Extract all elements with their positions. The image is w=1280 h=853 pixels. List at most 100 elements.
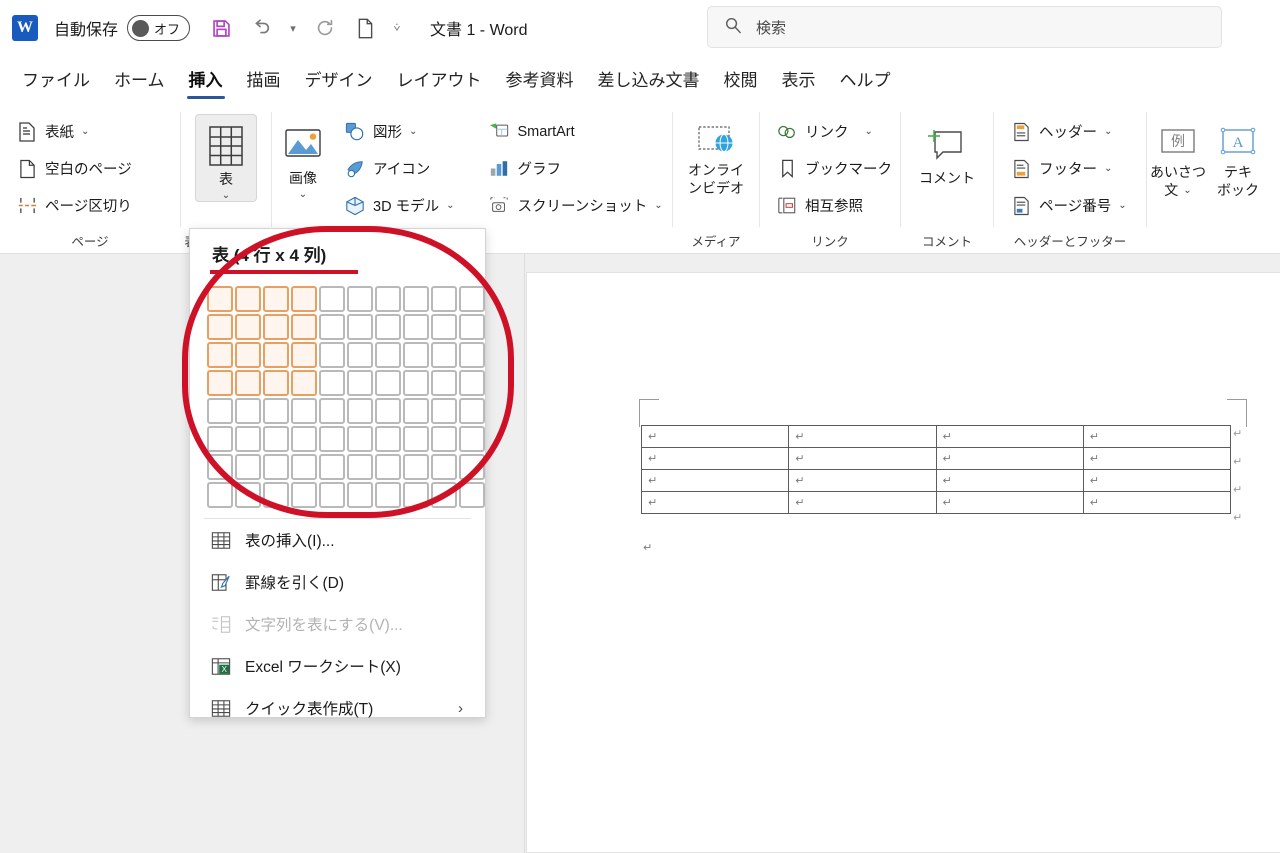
new-comment-button[interactable]: コメント <box>905 114 989 188</box>
tab-review[interactable]: 校閲 <box>712 62 770 99</box>
grid-cell[interactable] <box>235 454 261 480</box>
inserted-table[interactable]: ↵ ↵ ↵ ↵ ↵ ↵ ↵ ↵ ↵ ↵ ↵ ↵ ↵ ↵ ↵ ↵ <box>640 425 1232 514</box>
cover-page-button[interactable]: 表紙 ⌄ <box>10 116 138 147</box>
grid-cell-selected[interactable] <box>291 314 317 340</box>
grid-cell[interactable] <box>347 370 373 396</box>
page-break-button[interactable]: ページ区切り <box>10 190 138 221</box>
grid-cell[interactable] <box>459 426 485 452</box>
undo-chevron-down-icon[interactable]: ▾ <box>284 11 302 45</box>
link-button[interactable]: リンク ⌄ <box>770 116 898 147</box>
grid-cell[interactable] <box>347 454 373 480</box>
menu-item-quick-tables[interactable]: クイック表作成(T) › <box>190 687 485 729</box>
grid-cell-selected[interactable] <box>207 370 233 396</box>
tab-design[interactable]: デザイン <box>293 62 385 99</box>
grid-cell[interactable] <box>291 398 317 424</box>
menu-item-excel-spreadsheet[interactable]: X Excel ワークシート(X) <box>190 645 485 687</box>
tab-mailings[interactable]: 差し込み文書 <box>586 62 712 99</box>
table-cell[interactable]: ↵ <box>935 491 1084 514</box>
table-cell[interactable]: ↵ <box>788 491 937 514</box>
grid-cell-selected[interactable] <box>235 342 261 368</box>
cross-reference-button[interactable]: 相互参照 <box>770 190 898 221</box>
table-row[interactable]: ↵ ↵ ↵ ↵ <box>640 447 1232 470</box>
autosave-toggle[interactable]: オフ <box>127 15 191 41</box>
grid-cell[interactable] <box>403 370 429 396</box>
bookmark-button[interactable]: ブックマーク <box>770 153 898 184</box>
grid-cell[interactable] <box>431 482 457 508</box>
new-document-icon[interactable] <box>348 11 382 45</box>
table-cell[interactable]: ↵ <box>788 425 937 448</box>
grid-cell[interactable] <box>207 482 233 508</box>
grid-cell-selected[interactable] <box>235 314 261 340</box>
grid-cell-selected[interactable] <box>207 314 233 340</box>
grid-cell[interactable] <box>403 286 429 312</box>
grid-cell[interactable] <box>375 398 401 424</box>
tab-references[interactable]: 参考資料 <box>494 62 586 99</box>
table-cell[interactable]: ↵ <box>640 469 790 492</box>
grid-cell-selected[interactable] <box>263 286 289 312</box>
grid-cell[interactable] <box>347 426 373 452</box>
chevron-down-icon[interactable]: ⌄ <box>446 200 454 211</box>
grid-cell[interactable] <box>291 426 317 452</box>
customize-quick-access-icon[interactable]: ⩒ <box>388 11 406 45</box>
chevron-down-icon[interactable]: ⌄ <box>1118 200 1126 211</box>
greeting-text-button[interactable]: 例 あいさつ 文 ⌄ <box>1147 116 1209 199</box>
grid-cell[interactable] <box>263 454 289 480</box>
grid-cell[interactable] <box>347 398 373 424</box>
grid-cell[interactable] <box>459 314 485 340</box>
grid-cell[interactable] <box>375 370 401 396</box>
table-cell[interactable]: ↵ <box>788 447 937 470</box>
grid-cell[interactable] <box>375 426 401 452</box>
grid-cell[interactable] <box>263 426 289 452</box>
shapes-button[interactable]: 図形 ⌄ <box>338 116 460 147</box>
grid-cell[interactable] <box>375 342 401 368</box>
smartart-button[interactable]: SmartArt <box>482 116 668 147</box>
grid-cell[interactable] <box>431 314 457 340</box>
grid-cell[interactable] <box>431 398 457 424</box>
chevron-down-icon[interactable]: ⌄ <box>865 126 873 137</box>
grid-cell[interactable] <box>459 454 485 480</box>
chevron-down-icon[interactable]: ⌄ <box>654 200 662 211</box>
3d-model-button[interactable]: 3D モデル ⌄ <box>338 190 460 221</box>
grid-cell[interactable] <box>347 286 373 312</box>
grid-cell[interactable] <box>235 426 261 452</box>
grid-cell[interactable] <box>319 342 345 368</box>
grid-cell[interactable] <box>319 314 345 340</box>
menu-item-insert-table[interactable]: 表の挿入(I)... <box>190 519 485 561</box>
menu-item-draw-table[interactable]: 罫線を引く(D) <box>190 561 485 603</box>
grid-cell[interactable] <box>319 454 345 480</box>
grid-cell[interactable] <box>375 454 401 480</box>
grid-cell[interactable] <box>459 286 485 312</box>
grid-cell-selected[interactable] <box>291 370 317 396</box>
tab-insert[interactable]: 挿入 <box>177 62 235 99</box>
grid-cell[interactable] <box>319 426 345 452</box>
grid-cell[interactable] <box>235 398 261 424</box>
grid-cell-selected[interactable] <box>207 342 233 368</box>
grid-cell[interactable] <box>375 286 401 312</box>
grid-cell[interactable] <box>207 454 233 480</box>
grid-cell[interactable] <box>319 398 345 424</box>
chevron-down-icon[interactable]: ⌄ <box>1104 163 1112 174</box>
grid-cell[interactable] <box>459 370 485 396</box>
chevron-down-icon[interactable]: ⌄ <box>81 126 89 137</box>
icons-button[interactable]: アイコン <box>338 153 460 184</box>
insert-table-dropdown-menu[interactable]: 表 (4 行 x 4 列) 表の挿入(I)... 罫線を引く(D) 文字列を表に… <box>189 228 486 718</box>
chart-button[interactable]: グラフ <box>482 153 668 184</box>
grid-cell[interactable] <box>403 482 429 508</box>
grid-cell[interactable] <box>459 398 485 424</box>
chevron-down-icon[interactable]: ⌄ <box>299 189 307 200</box>
grid-cell[interactable] <box>319 482 345 508</box>
grid-cell[interactable] <box>375 314 401 340</box>
redo-icon[interactable] <box>308 11 342 45</box>
grid-cell[interactable] <box>431 454 457 480</box>
table-size-grid[interactable] <box>207 286 485 508</box>
grid-cell[interactable] <box>319 370 345 396</box>
grid-cell-selected[interactable] <box>235 370 261 396</box>
document-page[interactable]: ↵ ↵ ↵ ↵ ↵ ↵ ↵ ↵ ↵ ↵ ↵ ↵ ↵ ↵ ↵ ↵ ↵ ↵ ↵ ↵ … <box>526 272 1280 853</box>
grid-cell[interactable] <box>347 342 373 368</box>
grid-cell[interactable] <box>347 314 373 340</box>
grid-cell[interactable] <box>347 482 373 508</box>
grid-cell[interactable] <box>235 482 261 508</box>
table-cell[interactable]: ↵ <box>1082 425 1232 448</box>
table-cell[interactable]: ↵ <box>1082 469 1232 492</box>
table-cell[interactable]: ↵ <box>640 425 790 448</box>
